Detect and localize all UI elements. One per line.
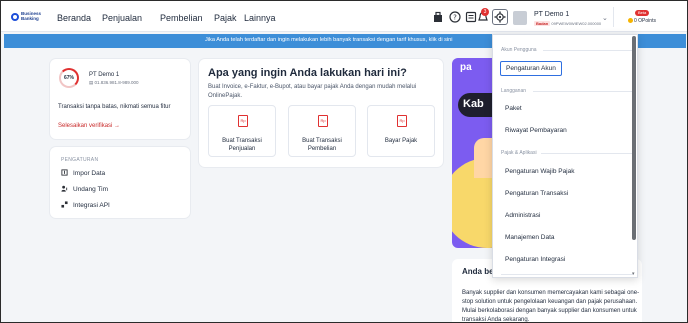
invoice-icon: Rp xyxy=(318,115,328,127)
partner-info-heading: Anda be xyxy=(462,267,494,276)
account-type-badge: Badan xyxy=(534,21,551,26)
settings-item-invite-team[interactable]: Undang Tim xyxy=(61,185,108,193)
promo-brand-text: pa xyxy=(460,62,472,73)
profile-npwp: ▤ 01.836.981.8-989.000 xyxy=(89,80,139,86)
settings-title: PENGATURAN xyxy=(61,157,99,163)
logo-text-line2: Banking xyxy=(21,16,39,21)
profile-description: Transaksi tanpa batas, nikmati semua fit… xyxy=(58,104,171,110)
action-label: Bayar Pajak xyxy=(368,137,434,145)
quick-actions-subtitle: Buat Invoice, e-Faktur, e-Bupot, atau ba… xyxy=(208,84,417,99)
promo-banner[interactable]: pa Kab xyxy=(452,58,492,248)
opoints-label: 0 OPoints xyxy=(634,18,656,24)
integration-icon xyxy=(61,201,68,208)
nav-pajak[interactable]: Pajak xyxy=(214,13,237,23)
menu-item-account-settings[interactable]: Pengaturan Akun xyxy=(500,61,562,76)
menu-item-administration[interactable]: Administrasi xyxy=(505,212,540,219)
section-title-tax-apps: Pajak & Aplikasi xyxy=(501,150,537,156)
action-label-line1: Bayar Pajak xyxy=(384,138,418,144)
nav-penjualan[interactable]: Penjualan xyxy=(102,13,142,23)
scroll-down-arrow-icon[interactable]: ▾ xyxy=(632,271,635,277)
tax-icon: Rp xyxy=(397,115,407,127)
settings-item-label: Impor Data xyxy=(73,170,106,177)
settings-item-label: Integrasi API xyxy=(73,202,110,209)
top-nav: Business Banking Beranda Penjualan Pembe… xyxy=(1,1,687,32)
notification-badge: 3 xyxy=(481,8,489,16)
section-title-user-account: Akun Pengguna xyxy=(501,47,537,53)
divider xyxy=(501,274,633,275)
complete-verification-link[interactable]: Selesaikan verifikasi → xyxy=(58,123,120,129)
pay-tax-button[interactable]: Rp Bayar Pajak xyxy=(367,105,435,157)
invoice-icon: Rp xyxy=(238,115,248,127)
help-icon[interactable]: ? xyxy=(449,11,461,23)
account-tag: Badan 09PWEW0WIEW02.000000 xyxy=(534,21,601,26)
divider xyxy=(543,50,633,51)
quick-actions-heading: Apa yang ingin Anda lakukan hari ini? xyxy=(208,67,407,79)
npwp-value: 01.836.981.8-989.000 xyxy=(94,80,139,85)
section-title-subscription: Langganan xyxy=(501,88,527,94)
settings-dropdown-menu: Akun Pengguna Pengaturan Akun Langganan … xyxy=(492,34,638,278)
create-sales-transaction-button[interactable]: Rp Buat Transaksi Penjualan xyxy=(208,105,276,157)
logo-icon xyxy=(11,13,19,21)
settings-button[interactable] xyxy=(492,9,508,25)
user-add-icon xyxy=(61,185,68,192)
settings-item-api-integration[interactable]: Integrasi API xyxy=(61,201,110,209)
menu-item-integration-settings[interactable]: Pengaturan Integrasi xyxy=(505,256,565,263)
action-label-line1: Buat Transaksi xyxy=(222,138,262,144)
coin-icon xyxy=(628,18,633,23)
opoints-button[interactable]: 0 OPoints xyxy=(628,18,656,24)
beta-badge: Beta xyxy=(635,10,650,16)
banner-text: Jika Anda telah terdaftar dan ingin mela… xyxy=(205,37,453,43)
brand-logo[interactable]: Business Banking xyxy=(11,11,41,23)
action-label: Buat Transaksi Pembelian xyxy=(289,137,355,153)
shop-icon[interactable] xyxy=(432,11,444,23)
menu-item-package[interactable]: Paket xyxy=(505,105,522,112)
settings-item-import-data[interactable]: Impor Data xyxy=(61,169,105,177)
nav-beranda[interactable]: Beranda xyxy=(57,13,91,23)
action-label-line2: Penjualan xyxy=(228,146,256,152)
verification-progress: 67% xyxy=(59,68,79,88)
create-purchase-transaction-button[interactable]: Rp Buat Transaksi Pembelian xyxy=(288,105,356,157)
menu-item-transaction-settings[interactable]: Pengaturan Transaksi xyxy=(505,190,568,197)
divider xyxy=(533,91,633,92)
action-label-line1: Buat Transaksi xyxy=(302,138,342,144)
chevron-down-icon[interactable]: ⌄ xyxy=(602,14,608,22)
action-label: Buat Transaksi Penjualan xyxy=(209,137,275,153)
account-id: 09PWEW0WIEW02.000000 xyxy=(551,21,602,26)
dropdown-scrollbar[interactable] xyxy=(632,36,636,240)
menu-item-payment-history[interactable]: Riwayat Pembayaran xyxy=(505,127,567,134)
nav-pembelian[interactable]: Pembelian xyxy=(160,13,203,23)
partner-info-text: Banyak supplier dan konsumen memercayaka… xyxy=(462,290,640,323)
profile-name: PT Demo 1 xyxy=(89,72,120,78)
menu-item-data-management[interactable]: Manajemen Data xyxy=(505,234,555,241)
nav-lainnya[interactable]: Lainnya xyxy=(244,13,276,23)
import-icon xyxy=(61,169,68,176)
svg-text:?: ? xyxy=(453,14,457,22)
divider xyxy=(613,7,614,27)
action-label-line2: Pembelian xyxy=(307,146,337,152)
menu-item-taxpayer-settings[interactable]: Pengaturan Wajib Pajak xyxy=(505,168,575,175)
settings-item-label: Undang Tim xyxy=(73,186,109,193)
promo-person-image xyxy=(474,138,492,178)
promo-headline: Kab xyxy=(463,98,484,110)
document-icon[interactable] xyxy=(465,11,477,23)
app-window: Business Banking Beranda Penjualan Pembe… xyxy=(0,0,688,323)
account-name[interactable]: PT Demo 1 xyxy=(534,11,569,18)
divider xyxy=(541,153,633,154)
gear-icon xyxy=(494,11,506,23)
company-avatar[interactable] xyxy=(513,11,527,25)
